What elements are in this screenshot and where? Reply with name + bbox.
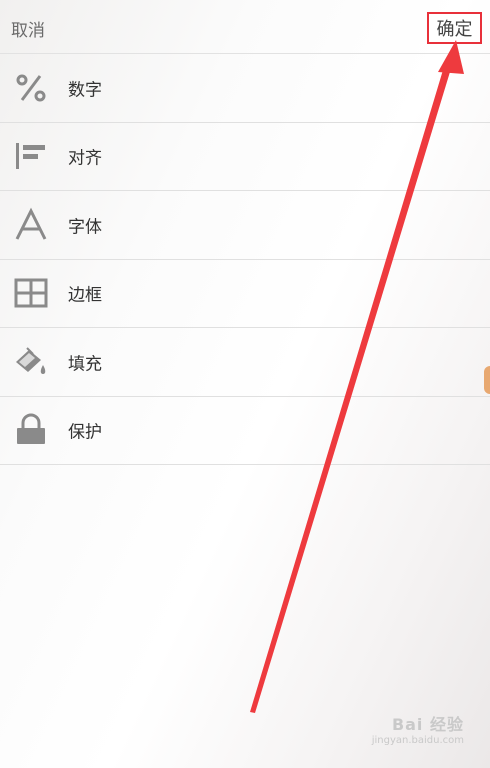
menu-item-label: 保护 (68, 422, 102, 443)
menu-item-number[interactable]: 数字 (0, 54, 490, 123)
percent-icon (12, 69, 50, 107)
confirm-button[interactable]: 确定 (427, 12, 482, 44)
floating-handle[interactable] (484, 366, 490, 394)
header-bar: 取消 确定 (0, 0, 490, 54)
menu-item-label: 对齐 (68, 148, 102, 169)
border-grid-icon (12, 274, 50, 312)
menu-item-label: 填充 (68, 354, 102, 375)
menu-item-label: 边框 (68, 285, 102, 306)
menu-item-align[interactable]: 对齐 (0, 123, 490, 191)
watermark-url: jingyan.baidu.com (371, 735, 464, 746)
menu-item-fill[interactable]: 填充 (0, 328, 490, 397)
watermark-text: Bai 经验 (391, 715, 464, 734)
font-icon (12, 206, 50, 244)
format-menu: 数字 对齐 字体 边框 填充 保护 (0, 54, 490, 465)
menu-item-label: 字体 (68, 217, 102, 238)
cancel-button[interactable]: 取消 (11, 16, 45, 41)
align-left-icon (12, 137, 50, 175)
menu-item-protect[interactable]: 保护 (0, 397, 490, 465)
watermark: Bai 经验 jingyan.baidu.com (372, 711, 464, 746)
menu-item-font[interactable]: 字体 (0, 191, 490, 260)
menu-item-label: 数字 (68, 80, 102, 101)
fill-bucket-icon (12, 343, 50, 381)
menu-item-border[interactable]: 边框 (0, 260, 490, 328)
lock-icon (12, 411, 50, 449)
